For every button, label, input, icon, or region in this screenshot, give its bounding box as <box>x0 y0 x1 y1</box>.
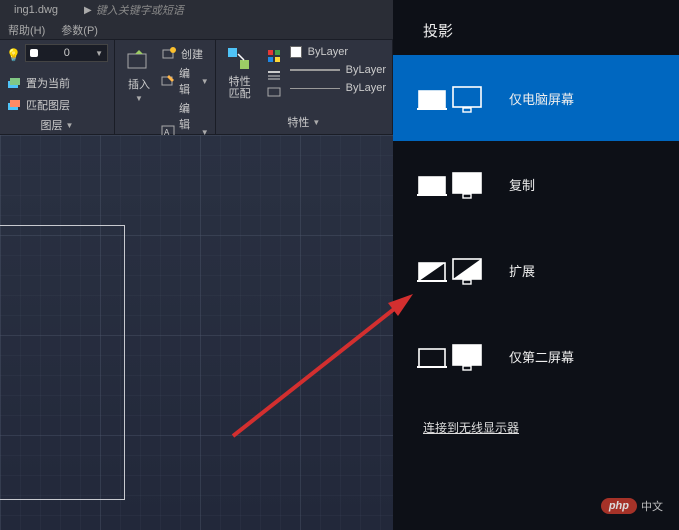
edit-icon <box>161 73 175 89</box>
panel-layer: 💡 0 ▼ 置为当前 匹配图 <box>0 40 115 134</box>
panel-block: 插入 ▼ 创建 编辑 ▼ <box>115 40 216 134</box>
duplicate-icon <box>417 167 483 201</box>
drawing-canvas[interactable] <box>0 135 393 530</box>
color-dropdown[interactable]: ByLayer <box>290 46 386 58</box>
lightbulb-icon: 💡 <box>6 47 21 63</box>
rectangle-object[interactable] <box>0 225 125 500</box>
ribbon: 💡 0 ▼ 置为当前 匹配图 <box>0 40 393 135</box>
panel-label[interactable]: 特性 ▼ <box>222 112 386 130</box>
button-label: 特性 匹配 <box>229 76 251 100</box>
layer-dropdown[interactable]: 0 ▼ <box>25 44 108 62</box>
play-icon: ▶ <box>84 5 92 16</box>
create-button[interactable]: 创建 <box>161 46 209 62</box>
search-placeholder: 键入关键字或短语 <box>96 2 184 18</box>
option-label: 复制 <box>509 175 535 194</box>
button-label: 编辑 <box>179 65 197 97</box>
match-props-button[interactable]: 特性 匹配 <box>222 44 258 112</box>
button-label: 置为当前 <box>26 75 70 91</box>
menu-bar: 帮助(H) 参数(P) <box>0 20 393 40</box>
chevron-down-icon: ▼ <box>201 77 209 86</box>
second-only-icon <box>417 339 483 373</box>
extend-icon <box>417 253 483 287</box>
color-swatch-icon <box>290 46 302 58</box>
option-label: 仅电脑屏幕 <box>509 89 574 108</box>
linetype-dropdown[interactable]: ByLayer <box>290 82 386 94</box>
match-layer-button[interactable]: 匹配图层 <box>6 97 108 113</box>
edit-button[interactable]: 编辑 ▼ <box>161 65 209 97</box>
panel-properties: 特性 匹配 ByLayer <box>216 40 393 134</box>
layer-color-swatch <box>30 49 38 57</box>
panel-label[interactable]: 图层 ▼ <box>6 115 108 133</box>
props-stack-icon <box>266 48 282 98</box>
dropdown-value: ByLayer <box>346 64 386 76</box>
chevron-down-icon: ▼ <box>135 94 143 103</box>
watermark: php 中文 <box>601 498 663 514</box>
match-props-icon <box>226 46 254 74</box>
menu-help[interactable]: 帮助(H) <box>8 22 45 38</box>
button-label: 创建 <box>181 46 203 62</box>
create-icon <box>161 46 177 62</box>
insert-icon <box>125 46 153 74</box>
line-icon <box>290 69 340 71</box>
option-label: 扩展 <box>509 261 535 280</box>
line-icon <box>290 88 340 89</box>
dropdown-value: ByLayer <box>346 82 386 94</box>
button-label: 插入 <box>128 76 150 92</box>
cad-app: ing1.dwg ▶ 键入关键字或短语 帮助(H) 参数(P) 💡 0 ▼ <box>0 0 393 530</box>
lineweight-dropdown[interactable]: ByLayer <box>290 64 386 76</box>
panel-title: 投影 <box>393 0 679 55</box>
watermark-brand: php <box>601 498 637 514</box>
layers-icon <box>6 97 22 113</box>
project-panel: 投影 仅电脑屏幕 复制 <box>393 0 679 530</box>
file-tab[interactable]: ing1.dwg <box>8 2 64 18</box>
chevron-down-icon: ▼ <box>95 49 103 58</box>
layer-name: 0 <box>64 47 70 59</box>
pc-only-icon <box>417 81 483 115</box>
chevron-down-icon: ▼ <box>312 118 320 127</box>
project-option-extend[interactable]: 扩展 <box>393 227 679 313</box>
option-label: 仅第二屏幕 <box>509 347 574 366</box>
menu-params[interactable]: 参数(P) <box>61 22 98 38</box>
wireless-display-link[interactable]: 连接到无线显示器 <box>393 399 679 456</box>
layers-icon <box>6 75 22 91</box>
set-current-button[interactable]: 置为当前 <box>6 75 108 91</box>
dropdown-value: ByLayer <box>308 46 348 58</box>
button-label: 匹配图层 <box>26 97 70 113</box>
title-bar: ing1.dwg ▶ 键入关键字或短语 <box>0 0 393 20</box>
watermark-text: 中文 <box>641 498 663 514</box>
project-option-second-only[interactable]: 仅第二屏幕 <box>393 313 679 399</box>
project-option-duplicate[interactable]: 复制 <box>393 141 679 227</box>
props-icon-column[interactable] <box>262 44 286 112</box>
chevron-down-icon: ▼ <box>66 121 74 130</box>
quick-search[interactable]: ▶ 键入关键字或短语 <box>84 2 184 18</box>
project-option-pc-only[interactable]: 仅电脑屏幕 <box>393 55 679 141</box>
